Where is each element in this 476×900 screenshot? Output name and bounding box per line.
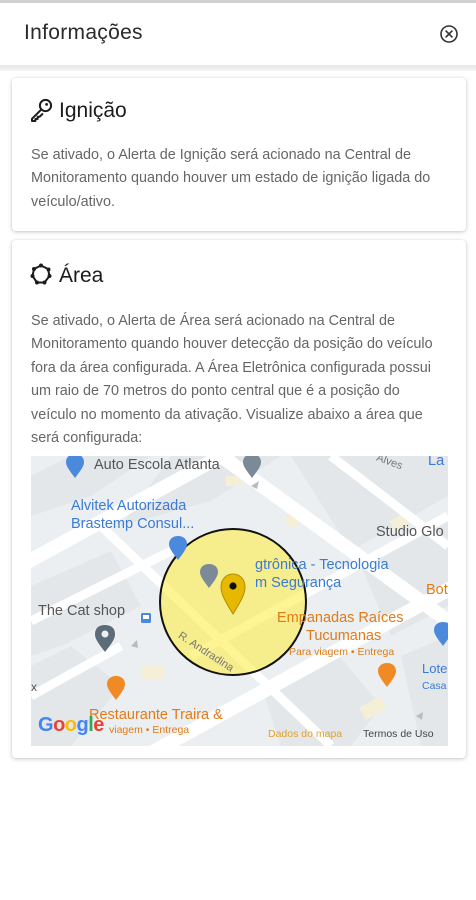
dialog-header: Informações xyxy=(0,3,476,65)
area-title: Área xyxy=(59,264,104,287)
area-map[interactable]: Auto Escola Atlanta Alves La Alvitek Aut… xyxy=(31,456,448,746)
dialog-title: Informações xyxy=(24,21,143,44)
map-label-tecnologia-2: m Segurança xyxy=(255,575,342,591)
header-divider xyxy=(0,65,476,71)
map-label-lote-2: Casa xyxy=(422,680,447,692)
map-data-link[interactable]: Dados do mapa xyxy=(268,728,342,740)
map-label-x-edge: x xyxy=(31,680,37,694)
map-label-restaurante: Restaurante Traira & xyxy=(89,707,223,723)
map-label-empanadas-2: Tucumanas xyxy=(306,628,382,644)
map-label-empanadas-sub: Para viagem • Entrega xyxy=(289,646,395,658)
terms-link[interactable]: Termos de Uso xyxy=(363,728,434,740)
ignicao-description: Se ativado, o Alerta de Ignição será aci… xyxy=(31,147,431,210)
map-label-alvitek-2: Brastemp Consul... xyxy=(71,516,195,532)
map-label-auto-escola: Auto Escola Atlanta xyxy=(94,457,220,473)
map-label-bot: Bot xyxy=(426,582,448,598)
close-circle-icon[interactable] xyxy=(438,23,460,45)
area-description: Se ativado, o Alerta de Área será aciona… xyxy=(31,313,433,447)
map-label-empanadas-1: Empanadas Raíces xyxy=(277,610,404,626)
map-label-lote-1: Lote xyxy=(422,661,448,676)
key-icon xyxy=(29,97,53,122)
map-label-tecnologia-1: gtrônica - Tecnologia xyxy=(255,557,389,573)
google-logo: Google xyxy=(38,714,104,736)
map-label-alvitek-1: Alvitek Autorizada xyxy=(71,498,187,514)
area-card: Área Se ativado, o Alerta de Área será a… xyxy=(12,240,466,758)
map-label-studio: Studio Glo xyxy=(376,524,444,540)
map-label-restaurante-sub: viagem • Entrega xyxy=(109,724,190,736)
ignicao-card: Ignição Se ativado, o Alerta de Ignição … xyxy=(12,78,466,231)
ignicao-title: Ignição xyxy=(59,99,127,122)
map-label-cat-shop: The Cat shop xyxy=(38,603,126,619)
geofence-polygon-icon xyxy=(29,262,53,286)
map-label-la: La xyxy=(428,456,445,469)
